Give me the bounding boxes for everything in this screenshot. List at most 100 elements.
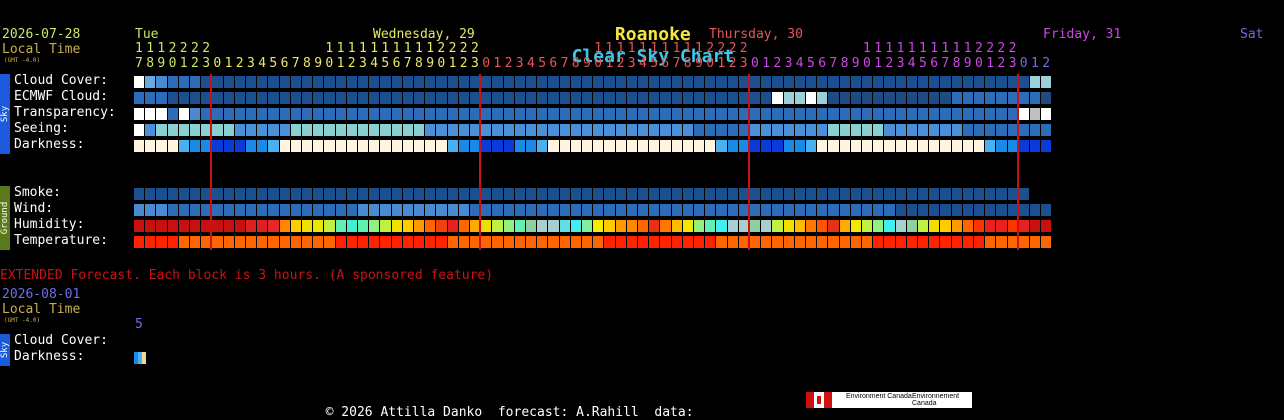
darkness-block[interactable] [167,140,178,152]
smoke-block[interactable] [190,188,201,200]
ecmwf-cloud-block[interactable] [884,92,895,104]
temperature-block[interactable] [806,236,817,248]
ecmwf-cloud-block[interactable] [794,92,805,104]
seeing-block[interactable] [750,124,761,136]
transparency-block[interactable] [716,108,727,120]
ecmwf-cloud-block[interactable] [190,92,201,104]
transparency-block[interactable] [257,108,268,120]
temperature-block[interactable] [167,236,178,248]
temperature-block[interactable] [234,236,245,248]
darkness-block[interactable] [436,140,447,152]
wind-block[interactable] [425,204,436,216]
smoke-block[interactable] [794,188,805,200]
seeing-block[interactable] [481,124,492,136]
ecmwf-cloud-block[interactable] [940,92,951,104]
humidity-block[interactable] [156,220,167,232]
cloud-cover-block[interactable] [268,76,279,88]
temperature-block[interactable] [335,236,346,248]
seeing-block[interactable] [1018,124,1029,136]
transparency-block[interactable] [873,108,884,120]
smoke-block[interactable] [134,188,145,200]
seeing-block[interactable] [682,124,693,136]
seeing-block[interactable] [548,124,559,136]
cloud-cover-block[interactable] [682,76,693,88]
seeing-block[interactable] [246,124,257,136]
cloud-cover-block[interactable] [951,76,962,88]
wind-block[interactable] [514,204,525,216]
darkness-block[interactable] [324,140,335,152]
temperature-block[interactable] [582,236,593,248]
cloud-cover-block[interactable] [862,76,873,88]
ecmwf-cloud-block[interactable] [212,92,223,104]
temperature-block[interactable] [761,236,772,248]
cloud-cover-block[interactable] [324,76,335,88]
cloud-cover-block[interactable] [156,76,167,88]
ecmwf-cloud-block[interactable] [850,92,861,104]
darkness-block[interactable] [481,140,492,152]
transparency-block[interactable] [190,108,201,120]
wind-block[interactable] [951,204,962,216]
wind-block[interactable] [828,204,839,216]
transparency-block[interactable] [817,108,828,120]
darkness-block[interactable] [391,140,402,152]
wind-block[interactable] [570,204,581,216]
smoke-block[interactable] [402,188,413,200]
wind-block[interactable] [940,204,951,216]
darkness-block[interactable] [895,140,906,152]
smoke-block[interactable] [290,188,301,200]
seeing-block[interactable] [134,124,145,136]
transparency-block[interactable] [268,108,279,120]
ecmwf-cloud-block[interactable] [425,92,436,104]
ecmwf-cloud-block[interactable] [335,92,346,104]
wind-block[interactable] [335,204,346,216]
smoke-block[interactable] [481,188,492,200]
ecmwf-cloud-block[interactable] [895,92,906,104]
darkness-block[interactable] [145,140,156,152]
cloud-cover-block[interactable] [828,76,839,88]
smoke-block[interactable] [570,188,581,200]
seeing-block[interactable] [817,124,828,136]
smoke-block[interactable] [873,188,884,200]
ecmwf-cloud-block[interactable] [783,92,794,104]
cloud-cover-block[interactable] [380,76,391,88]
humidity-block[interactable] [458,220,469,232]
seeing-block[interactable] [850,124,861,136]
smoke-block[interactable] [223,188,234,200]
darkness-block[interactable] [346,140,357,152]
cloud-cover-block[interactable] [918,76,929,88]
cloud-cover-block[interactable] [638,76,649,88]
humidity-block[interactable] [593,220,604,232]
humidity-block[interactable] [671,220,682,232]
transparency-block[interactable] [783,108,794,120]
temperature-block[interactable] [615,236,626,248]
darkness-block[interactable] [234,140,245,152]
darkness-block[interactable] [794,140,805,152]
transparency-block[interactable] [548,108,559,120]
wind-block[interactable] [1030,204,1041,216]
seeing-block[interactable] [716,124,727,136]
temperature-block[interactable] [716,236,727,248]
ecmwf-cloud-block[interactable] [582,92,593,104]
cloud-cover-block[interactable] [346,76,357,88]
smoke-block[interactable] [974,188,985,200]
smoke-block[interactable] [246,188,257,200]
smoke-block[interactable] [425,188,436,200]
humidity-block[interactable] [212,220,223,232]
humidity-block[interactable] [929,220,940,232]
ecmwf-cloud-block[interactable] [358,92,369,104]
seeing-block[interactable] [190,124,201,136]
seeing-block[interactable] [974,124,985,136]
darkness-block[interactable] [414,140,425,152]
ecmwf-cloud-block[interactable] [145,92,156,104]
temperature-block[interactable] [850,236,861,248]
transparency-block[interactable] [503,108,514,120]
transparency-block[interactable] [481,108,492,120]
darkness-block[interactable] [783,140,794,152]
wind-block[interactable] [548,204,559,216]
smoke-block[interactable] [593,188,604,200]
smoke-block[interactable] [369,188,380,200]
darkness-block[interactable] [492,140,503,152]
seeing-block[interactable] [570,124,581,136]
darkness-block[interactable] [839,140,850,152]
temperature-block[interactable] [503,236,514,248]
